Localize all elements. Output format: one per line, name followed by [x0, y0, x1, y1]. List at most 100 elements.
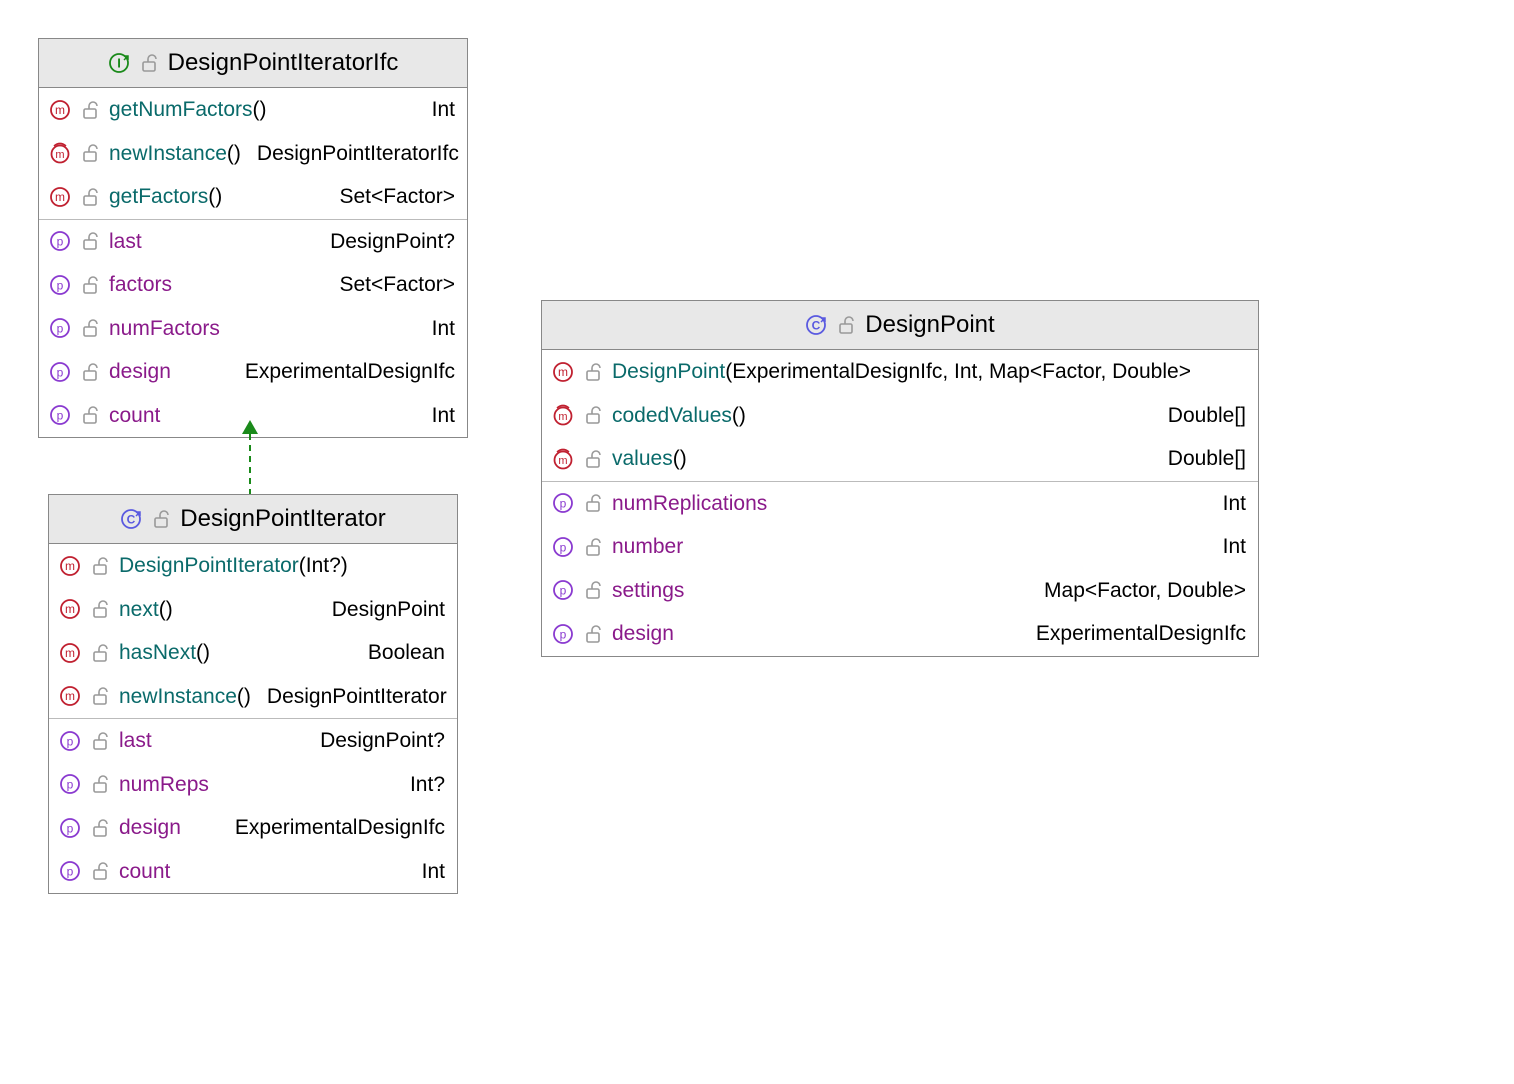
member-name: design: [109, 356, 171, 388]
member-row: last DesignPoint?: [49, 719, 457, 763]
unlock-icon: [582, 448, 604, 470]
unlock-icon: [79, 404, 101, 426]
member-name: numReplications: [612, 488, 767, 520]
member-name: last: [109, 226, 142, 258]
member-name: DesignPoint: [612, 360, 725, 383]
member-row: DesignPoint(ExperimentalDesignIfc, Int, …: [542, 350, 1258, 394]
member-type: Int: [1223, 531, 1246, 563]
unlock-icon: [79, 274, 101, 296]
member-row: settings Map<Factor, Double>: [542, 569, 1258, 613]
property-icon: [49, 230, 71, 252]
class-title: DesignPoint: [865, 311, 994, 339]
method-icon: [552, 361, 574, 383]
class-header-dp: DesignPoint: [542, 301, 1258, 350]
member-row: newInstance() DesignPointIteratorIfc: [39, 132, 467, 176]
unlock-icon: [89, 685, 111, 707]
member-params: (): [673, 447, 687, 470]
member-type: Set<Factor>: [339, 181, 455, 213]
class-title: DesignPointIterator: [180, 505, 385, 533]
unlock-icon: [89, 598, 111, 620]
member-row: last DesignPoint?: [39, 220, 467, 264]
unlock-icon: [582, 404, 604, 426]
property-icon: [59, 817, 81, 839]
unlock-icon: [89, 773, 111, 795]
member-row: getFactors() Set<Factor>: [39, 175, 467, 219]
member-row: numReplications Int: [542, 482, 1258, 526]
class-box-ifc: DesignPointIteratorIfc getNumFactors() I…: [38, 38, 468, 438]
interface-icon: [108, 52, 130, 74]
member-name: number: [612, 531, 683, 563]
property-icon: [552, 536, 574, 558]
method-icon: [59, 555, 81, 577]
member-type: Set<Factor>: [339, 269, 455, 301]
class-icon: [120, 508, 142, 530]
property-icon: [552, 492, 574, 514]
unlock-icon: [582, 492, 604, 514]
property-icon: [552, 579, 574, 601]
methods-section: getNumFactors() Int newInstance() Design…: [39, 88, 467, 219]
member-type: Int: [432, 400, 455, 432]
unlock-icon: [582, 536, 604, 558]
member-name: newInstance: [119, 685, 237, 708]
method-icon: [59, 642, 81, 664]
member-type: ExperimentalDesignIfc: [235, 812, 445, 844]
member-type: DesignPoint?: [320, 725, 445, 757]
member-type: Int: [422, 856, 445, 888]
member-name: count: [119, 856, 170, 888]
method-icon: [59, 685, 81, 707]
member-params: (Int?): [299, 554, 348, 577]
member-row: factors Set<Factor>: [39, 263, 467, 307]
property-icon: [59, 860, 81, 882]
member-name: design: [119, 812, 181, 844]
methods-section: DesignPointIterator(Int?) next() DesignP…: [49, 544, 457, 718]
member-params: (): [253, 98, 267, 121]
member-params: (): [732, 404, 746, 427]
member-row: design ExperimentalDesignIfc: [542, 612, 1258, 656]
property-icon: [49, 274, 71, 296]
member-row: next() DesignPoint: [49, 588, 457, 632]
member-name: last: [119, 725, 152, 757]
member-type: DesignPoint: [332, 594, 445, 626]
member-name: newInstance: [109, 142, 227, 165]
member-name: count: [109, 400, 160, 432]
property-icon: [49, 317, 71, 339]
member-type: Boolean: [368, 637, 445, 669]
member-type: Int: [432, 313, 455, 345]
unlock-icon: [150, 508, 172, 530]
unlock-icon: [79, 317, 101, 339]
member-row: values() Double[]: [542, 437, 1258, 481]
unlock-icon: [835, 314, 857, 336]
class-box-dp: DesignPoint DesignPoint(ExperimentalDesi…: [541, 300, 1259, 657]
member-name: codedValues: [612, 404, 732, 427]
method-icon: [49, 99, 71, 121]
member-params: (): [237, 685, 251, 708]
member-name: values: [612, 447, 673, 470]
unlock-icon: [89, 817, 111, 839]
member-name: getFactors: [109, 185, 208, 208]
member-params: (): [196, 641, 210, 664]
member-name: numFactors: [109, 313, 220, 345]
class-box-iter: DesignPointIterator DesignPointIterator(…: [48, 494, 458, 894]
methods-section: DesignPoint(ExperimentalDesignIfc, Int, …: [542, 350, 1258, 481]
member-type: ExperimentalDesignIfc: [1036, 618, 1246, 650]
member-row: DesignPointIterator(Int?): [49, 544, 457, 588]
member-row: numReps Int?: [49, 763, 457, 807]
member-params: (): [227, 142, 241, 165]
unlock-icon: [79, 230, 101, 252]
member-type: Double[]: [1168, 443, 1246, 475]
unlock-icon: [582, 361, 604, 383]
member-row: getNumFactors() Int: [39, 88, 467, 132]
property-icon: [552, 623, 574, 645]
member-type: DesignPointIterator: [267, 681, 447, 713]
unlock-icon: [89, 555, 111, 577]
member-type: Map<Factor, Double>: [1044, 575, 1246, 607]
member-type: Int: [1223, 488, 1246, 520]
member-row: numFactors Int: [39, 307, 467, 351]
member-row: count Int: [49, 850, 457, 894]
member-name: factors: [109, 269, 172, 301]
properties-section: last DesignPoint? numReps Int? design Ex…: [49, 719, 457, 893]
member-row: design ExperimentalDesignIfc: [49, 806, 457, 850]
member-row: count Int: [39, 394, 467, 438]
method-override-icon: [552, 448, 574, 470]
member-params: (): [208, 185, 222, 208]
